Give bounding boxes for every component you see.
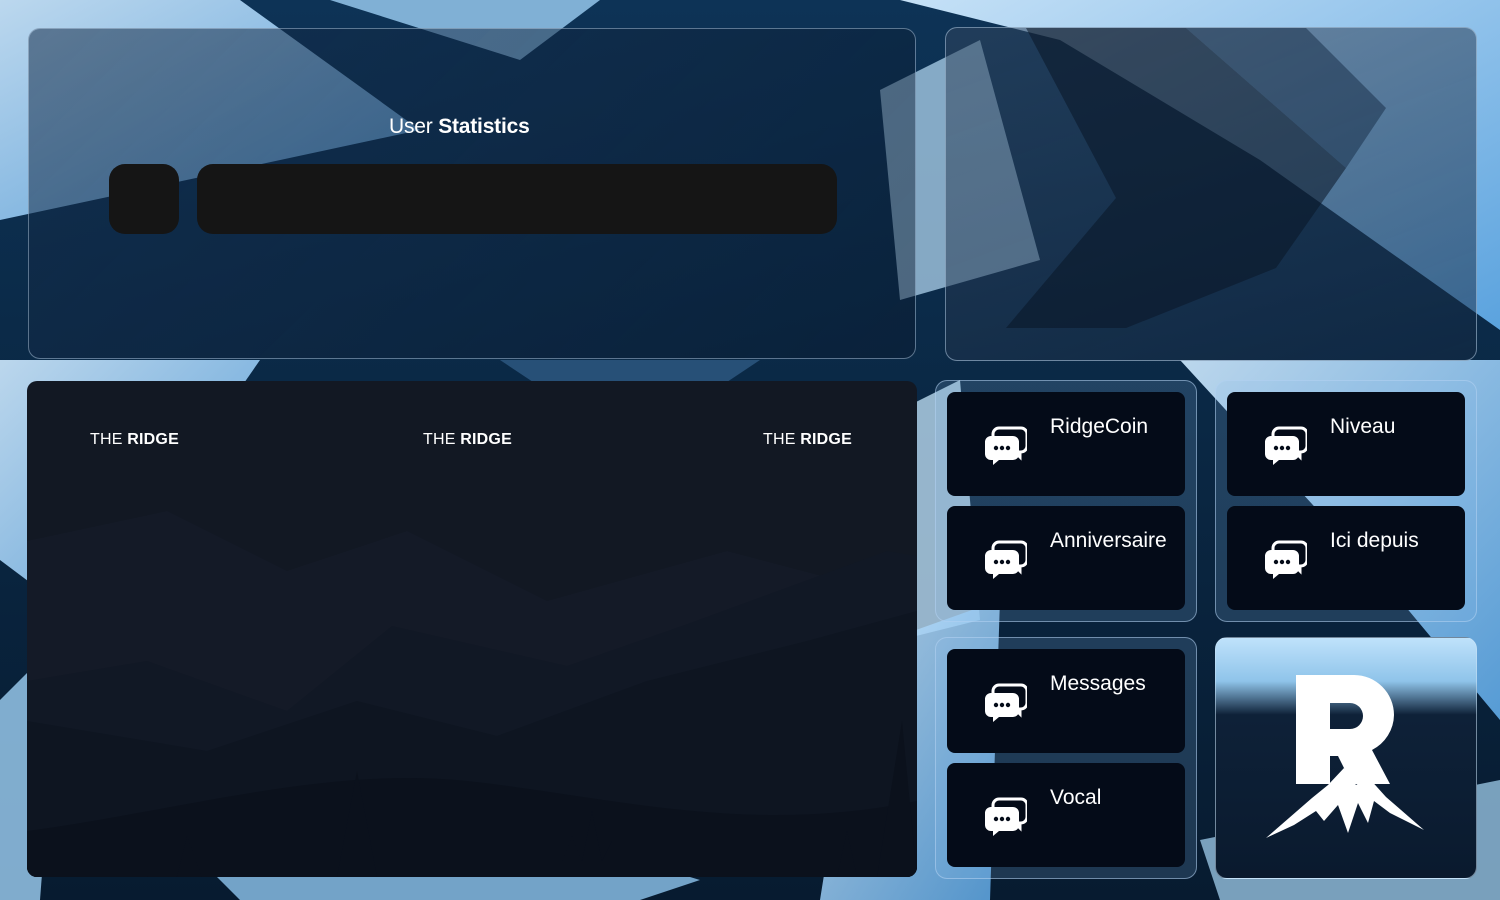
stat-label: Vocal [1050,786,1102,809]
username-bar-placeholder [197,164,837,234]
banner-panel: THE RIDGE THE RIDGE THE RIDGE [27,381,917,877]
stats-title-bold: Statistics [438,115,530,138]
stat-group-profile: Niveau Ici depuis [1215,380,1477,622]
stat-card-messages: Messages [947,649,1185,753]
chat-bubbles-icon [985,540,1027,579]
stat-group-economy: RidgeCoin Anniversaire [935,380,1197,622]
brand-wordmark: THE RIDGE [763,431,852,449]
brand-bold: RIDGE [800,431,852,448]
preview-panel [945,27,1477,361]
stat-label: Ici depuis [1330,529,1419,552]
avatar-placeholder [109,164,179,234]
stat-card-vocal: Vocal [947,763,1185,867]
stats-title-light: User [389,115,433,138]
stat-group-activity: Messages Vocal [935,637,1197,879]
stat-card-ridgecoin: RidgeCoin [947,392,1185,496]
brand-light: THE [763,431,796,448]
preview-backdrop [1006,28,1386,328]
stat-label: Messages [1050,672,1146,695]
chat-bubbles-icon [985,797,1027,836]
brand-wordmark: THE RIDGE [423,431,512,449]
stats-title: User Statistics [389,115,530,139]
stat-label: Niveau [1330,415,1396,438]
stat-label: RidgeCoin [1050,415,1149,438]
brand-wordmark: THE RIDGE [90,431,179,449]
stat-card-anniversaire: Anniversaire [947,506,1185,610]
ridge-logo-tile [1215,637,1477,879]
ridge-mountain-logo [1266,675,1424,838]
brand-bold: RIDGE [127,431,179,448]
brand-light: THE [423,431,456,448]
stat-card-ici-depuis: Ici depuis [1227,506,1465,610]
chat-bubbles-icon [1265,426,1307,465]
brand-light: THE [90,431,123,448]
chat-bubbles-icon [1265,540,1307,579]
user-statistics-panel: User Statistics [28,28,916,359]
chat-bubbles-icon [985,426,1027,465]
chat-bubbles-icon [985,683,1027,722]
stat-label: Anniversaire [1050,529,1167,552]
stat-card-niveau: Niveau [1227,392,1465,496]
brand-bold: RIDGE [460,431,512,448]
mountain-landscape [27,511,917,877]
